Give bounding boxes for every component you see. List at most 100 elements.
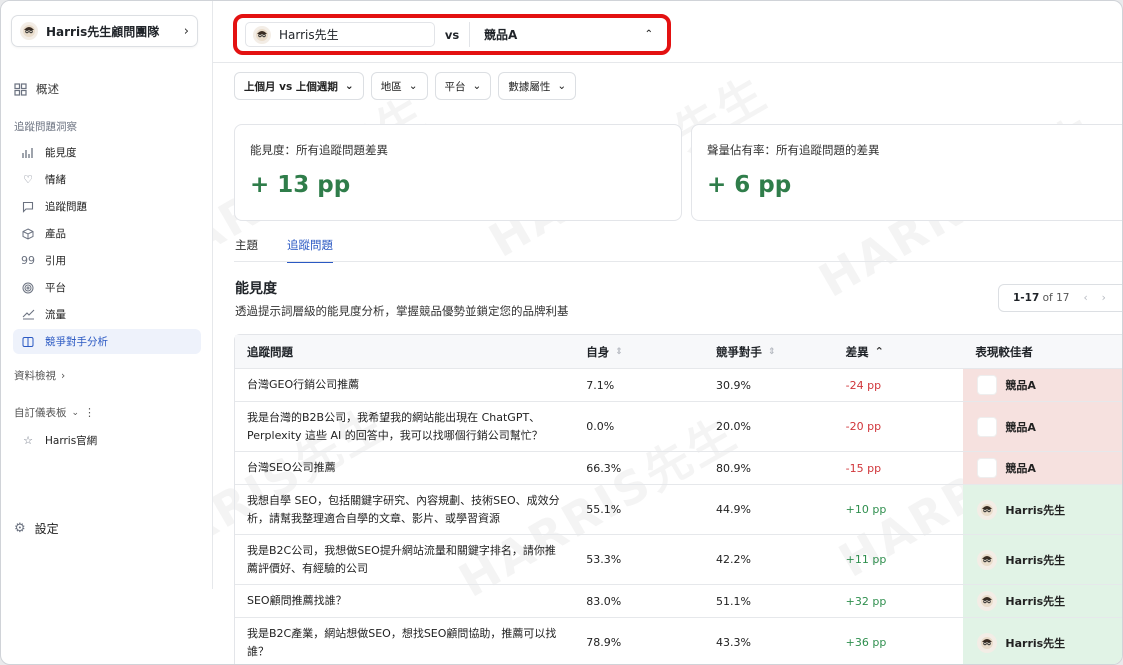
diff-cell: -20 pp <box>845 420 882 433</box>
custom-dashboards-label: 自訂儀表板 <box>14 407 67 419</box>
table-row[interactable]: 台灣SEO公司推薦 66.3% 80.9% -15 pp 競品A <box>235 452 1122 485</box>
tab-topics[interactable]: 主題 <box>235 237 258 263</box>
sort-icon: ⇕ <box>615 346 623 357</box>
competitor-value-cell: 42.2% <box>715 553 751 566</box>
trend-icon <box>21 309 35 320</box>
section-title: 能見度 <box>235 281 277 297</box>
chart-icon <box>21 147 35 159</box>
own-brand-select[interactable]: Harris先生 <box>245 22 435 47</box>
table-row[interactable]: 我是B2C公司，我想做SEO提升網站流量和關鍵字排名，請你推薦評價好、有經驗的公… <box>235 535 1122 585</box>
diff-cell: +36 pp <box>845 636 887 649</box>
prev-page-button[interactable]: ‹ <box>1083 292 1087 304</box>
sidebar-item-citations[interactable]: 99 引用 <box>13 248 201 273</box>
period-filter[interactable]: 上個月 vs 上個週期 ⌄ <box>234 72 364 100</box>
tab-tracked-questions[interactable]: 追蹤問題 <box>287 237 333 263</box>
winner-cell: 競品A <box>963 402 1122 451</box>
winner-cell: 競品A <box>963 452 1122 484</box>
competitor-value-cell: 20.0% <box>715 420 751 433</box>
self-value-cell: 53.3% <box>586 553 622 566</box>
self-value-cell: 78.9% <box>586 636 622 649</box>
next-page-button[interactable]: › <box>1102 292 1106 304</box>
diff-cell: -15 pp <box>845 461 882 475</box>
col-header-diff[interactable]: 差異 ⌃ <box>834 335 964 368</box>
col-header-competitor[interactable]: 競爭對手 ⇕ <box>704 335 834 368</box>
table-row[interactable]: SEO顧問推薦找誰？ 83.0% 51.1% +32 pp Harris先生 <box>235 585 1122 618</box>
avatar <box>253 25 271 44</box>
diff-cell: +11 pp <box>845 553 887 566</box>
table-row[interactable]: 台灣GEO行銷公司推薦 7.1% 30.9% -24 pp 競品A <box>235 369 1122 402</box>
sidebar-item-products[interactable]: 產品 <box>13 221 201 246</box>
self-value-cell: 7.1% <box>586 378 615 392</box>
attribute-filter[interactable]: 數據屬性 ⌄ <box>498 72 577 100</box>
card-label: 聲量佔有率：所有追蹤問題的差異 <box>707 143 880 157</box>
grid-icon <box>14 82 27 96</box>
sidebar-item-label: 情緒 <box>45 174 66 186</box>
competitor-value-cell: 30.9% <box>715 378 751 392</box>
pagination: 1-17 of 17 ‹ › <box>998 284 1122 312</box>
settings-link[interactable]: ⚙ 設定 <box>14 520 59 537</box>
more-icon[interactable]: ⋮ <box>84 406 95 419</box>
sidebar-item-overview[interactable]: 概述 <box>14 81 59 97</box>
table-row[interactable]: 我想自學 SEO，包括關鍵字研究、內容規劃、技術SEO、成效分析，請幫我整理適合… <box>235 485 1122 535</box>
diff-cell: +32 pp <box>845 594 887 608</box>
data-view-link[interactable]: 資料檢視 › <box>14 368 65 383</box>
col-header-winner[interactable]: 表現較佳者 <box>963 335 1122 368</box>
period-filter-label: 上個月 vs 上個週期 <box>244 80 338 93</box>
sidebar-item-label: 能見度 <box>45 147 77 159</box>
competitor-value-cell: 43.3% <box>715 636 751 649</box>
self-value-cell: 0.0% <box>586 420 615 433</box>
gear-icon: ⚙ <box>14 521 26 536</box>
col-header-self[interactable]: 自身 ⇕ <box>574 335 704 368</box>
chevron-right-icon: › <box>61 369 66 382</box>
avatar <box>20 22 38 40</box>
team-switcher[interactable]: Harris先生顧問團隊 › <box>11 15 198 47</box>
sidebar-item-tracked-questions[interactable]: 追蹤問題 <box>13 194 201 219</box>
sidebar-item-label: 概述 <box>36 82 59 96</box>
chevron-down-icon: ⌄ <box>557 80 567 92</box>
competitor-select[interactable]: 競品A ⌃ <box>469 22 659 47</box>
diff-cell: +10 pp <box>845 503 887 516</box>
winner-name: Harris先生 <box>1005 503 1066 517</box>
avatar <box>977 591 998 611</box>
sidebar-item-visibility[interactable]: 能見度 <box>13 140 201 165</box>
sidebar-item-competitor-analysis[interactable]: 競爭對手分析 <box>13 329 201 354</box>
question-cell: 我是台灣的B2B公司，我希望我的網站能出現在 ChatGPT、Perplexit… <box>247 410 543 442</box>
sidebar-item-label: 追蹤問題 <box>45 201 87 213</box>
self-value-cell: 66.3% <box>586 461 622 475</box>
competitor-logo <box>977 375 998 395</box>
comparison-table: 追蹤問題 自身 ⇕ 競爭對手 ⇕ 差異 ⌃ 表現較佳者 台灣GEO行銷公司推薦 7.1%… <box>234 334 1122 664</box>
winner-cell: 競品A <box>963 369 1122 401</box>
winner-name: 競品A <box>1005 420 1036 434</box>
table-row[interactable]: 我是台灣的B2B公司，我希望我的網站能出現在 ChatGPT、Perplexit… <box>235 402 1122 452</box>
sidebar-item-label: 引用 <box>45 255 66 267</box>
winner-name: 競品A <box>1005 379 1036 392</box>
sidebar-item-harris-site[interactable]: ☆ Harris官網 <box>13 428 201 453</box>
winner-name: 競品A <box>1005 462 1036 475</box>
competitor-value-cell: 44.9% <box>715 503 751 516</box>
table-row[interactable]: 我是B2C產業，網站想做SEO，想找SEO顧問協助，推薦可以找誰？ 78.9% 43… <box>235 618 1122 664</box>
sidebar-item-label: 流量 <box>45 309 66 321</box>
winner-cell: Harris先生 <box>963 485 1122 534</box>
chevron-down-icon: ⌄ <box>408 80 418 92</box>
section-description: 透過提示詞層級的能見度分析，掌握競品優勢並鎖定您的品牌利基 <box>235 304 569 318</box>
competitor-value-cell: 51.1% <box>715 594 751 608</box>
sidebar-item-platforms[interactable]: 平台 <box>13 275 201 300</box>
col-header-question[interactable]: 追蹤問題 <box>235 335 574 368</box>
custom-dashboards-header[interactable]: 自訂儀表板 ⌄ ⋮ <box>14 405 95 420</box>
platform-filter[interactable]: 平台 ⌄ <box>434 72 492 100</box>
cube-icon <box>21 227 35 240</box>
sidebar-item-label: 平台 <box>45 282 66 294</box>
self-value-cell: 83.0% <box>586 594 622 608</box>
diff-cell: -24 pp <box>845 378 882 392</box>
visibility-diff-card: 能見度：所有追蹤問題差異 + 13 pp <box>234 124 682 221</box>
sort-asc-icon: ⌃ <box>874 345 884 358</box>
heart-icon: ♡ <box>23 173 33 186</box>
sidebar-item-traffic[interactable]: 流量 <box>13 302 201 327</box>
vs-label: vs <box>444 27 460 42</box>
sidebar-item-sentiment[interactable]: ♡ 情緒 <box>13 167 201 192</box>
compare-icon <box>21 336 35 348</box>
region-filter[interactable]: 地區 ⌄ <box>370 72 428 100</box>
table-header: 追蹤問題 自身 ⇕ 競爭對手 ⇕ 差異 ⌃ 表現較佳者 <box>235 335 1122 369</box>
chevron-down-icon[interactable]: ⌄ <box>72 408 80 418</box>
question-cell: 台灣GEO行銷公司推薦 <box>247 378 360 391</box>
